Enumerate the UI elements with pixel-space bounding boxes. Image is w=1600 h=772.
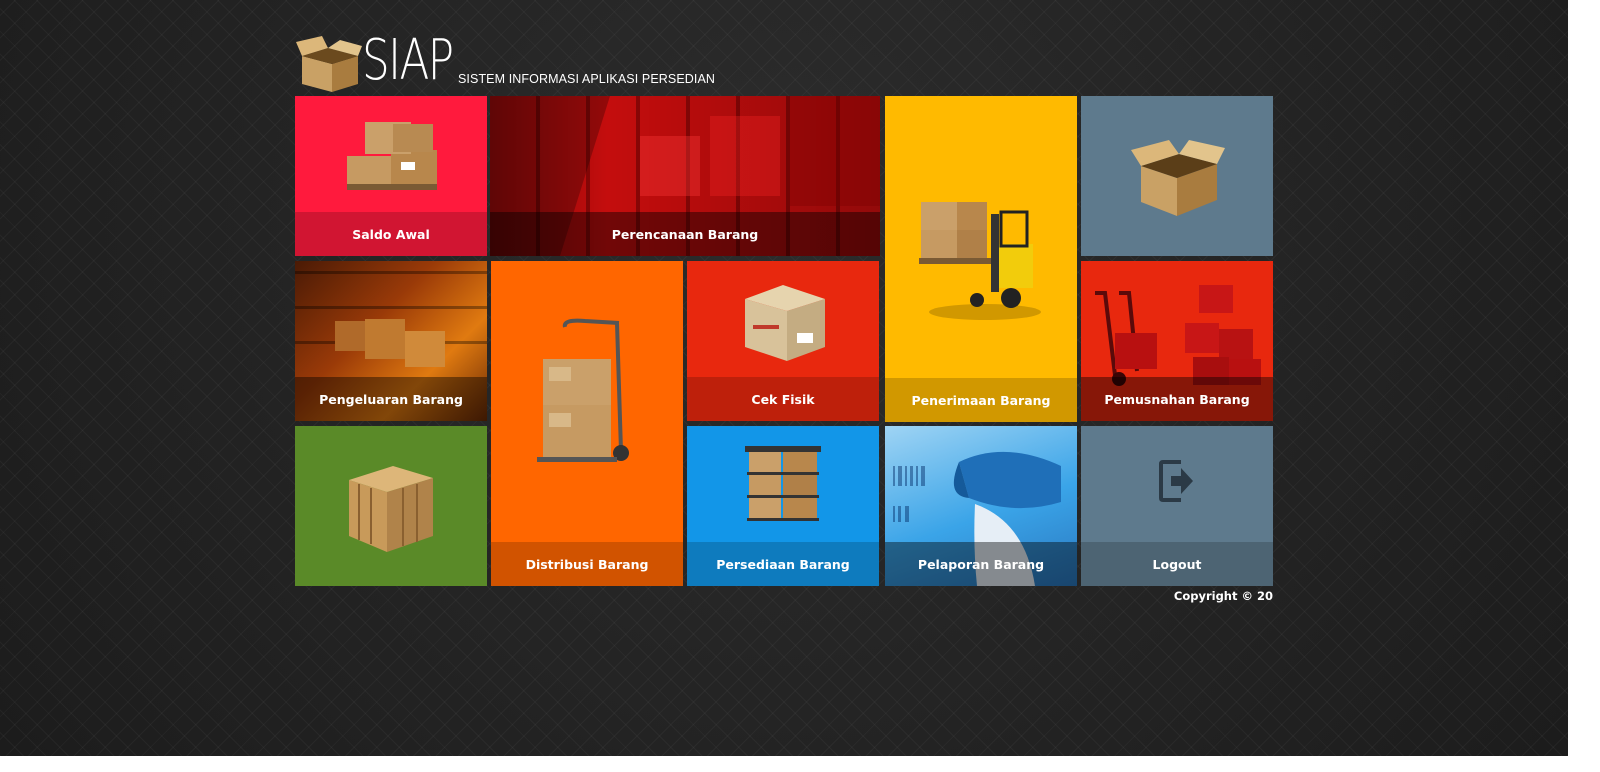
tile-distribusi-barang[interactable]: Distribusi Barang bbox=[491, 261, 683, 586]
shelf-boxes-icon bbox=[745, 446, 821, 521]
hand-truck-icon bbox=[537, 318, 629, 462]
tile-perencanaan-barang[interactable]: Perencanaan Barang bbox=[490, 96, 880, 256]
app-logo[interactable]: SIAP SISTEM INFORMASI APLIKASI PERSEDIAN bbox=[296, 30, 716, 94]
app-title: SIAP bbox=[362, 28, 454, 93]
open-box-icon bbox=[1131, 140, 1225, 216]
tile-label: Perencanaan Barang bbox=[490, 212, 880, 256]
tile-label: Persediaan Barang bbox=[687, 542, 879, 586]
tile-box-open[interactable] bbox=[1081, 96, 1273, 256]
wooden-crate-icon bbox=[745, 285, 825, 361]
tile-persediaan-barang[interactable]: Persediaan Barang bbox=[687, 426, 879, 586]
tile-label: Logout bbox=[1081, 542, 1273, 586]
tile-pelaporan-barang[interactable]: Pelaporan Barang bbox=[885, 426, 1077, 586]
tile-label: Pemusnahan Barang bbox=[1081, 377, 1273, 421]
tile-label: Cek Fisik bbox=[687, 377, 879, 421]
tile-label: Pelaporan Barang bbox=[885, 542, 1077, 586]
cardboard-box-logo-icon bbox=[296, 36, 362, 92]
tile-label: Penerimaan Barang bbox=[885, 378, 1077, 422]
tile-label: Distribusi Barang bbox=[491, 542, 683, 586]
tile-pemusnahan-barang[interactable]: Pemusnahan Barang bbox=[1081, 261, 1273, 421]
app-subtitle: SISTEM INFORMASI APLIKASI PERSEDIAN bbox=[458, 72, 716, 86]
forklift-icon bbox=[919, 202, 1041, 320]
tile-wooden-crate[interactable] bbox=[295, 426, 487, 586]
tile-label: Pengeluaran Barang bbox=[295, 377, 487, 421]
pallet-boxes-icon bbox=[347, 122, 437, 190]
tile-logout[interactable]: Logout bbox=[1081, 426, 1273, 586]
wooden-crate-icon bbox=[349, 466, 433, 552]
tile-penerimaan-barang[interactable]: Penerimaan Barang bbox=[885, 96, 1077, 422]
tile-cek-fisik[interactable]: Cek Fisik bbox=[687, 261, 879, 421]
tile-pengeluaran-barang[interactable]: Pengeluaran Barang bbox=[295, 261, 487, 421]
tile-saldo-awal[interactable]: Saldo Awal bbox=[295, 96, 487, 256]
boxes-trolley-icon bbox=[1095, 285, 1261, 386]
logout-icon bbox=[1159, 460, 1193, 502]
tile-label: Saldo Awal bbox=[295, 212, 487, 256]
copyright-text: Copyright © 20 bbox=[1173, 589, 1273, 603]
